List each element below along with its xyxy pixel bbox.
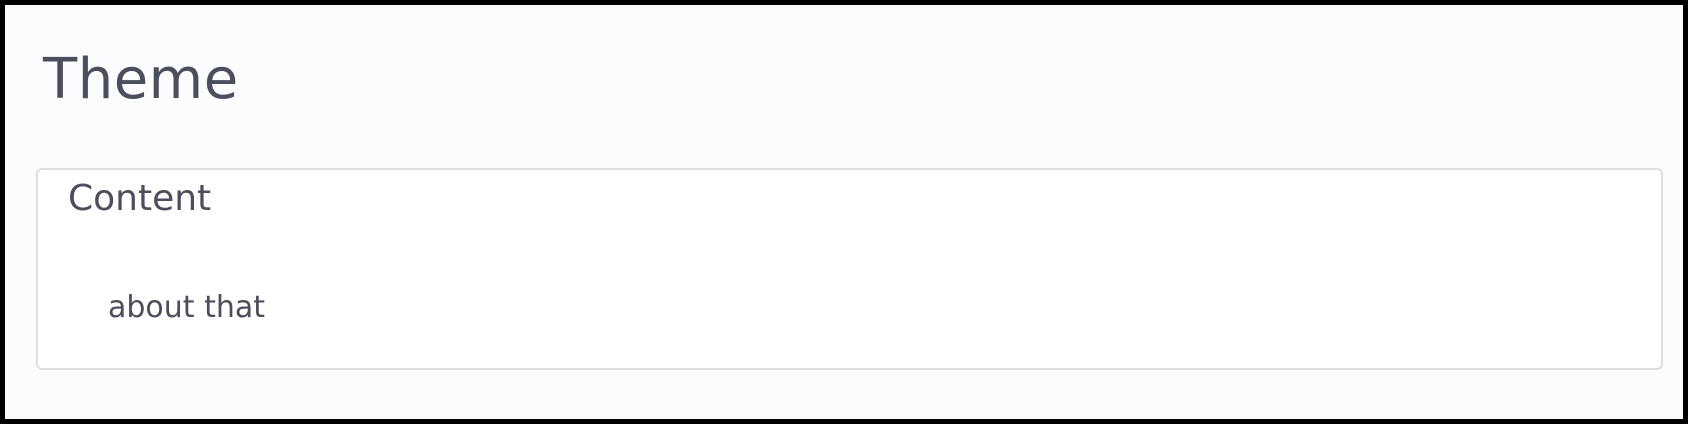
card-body-text: about that: [108, 290, 266, 325]
card-title: Content: [68, 178, 212, 219]
content-card: Content about that: [36, 168, 1663, 370]
page-title: Theme: [43, 47, 239, 112]
page: Theme Content about that: [0, 0, 1688, 424]
